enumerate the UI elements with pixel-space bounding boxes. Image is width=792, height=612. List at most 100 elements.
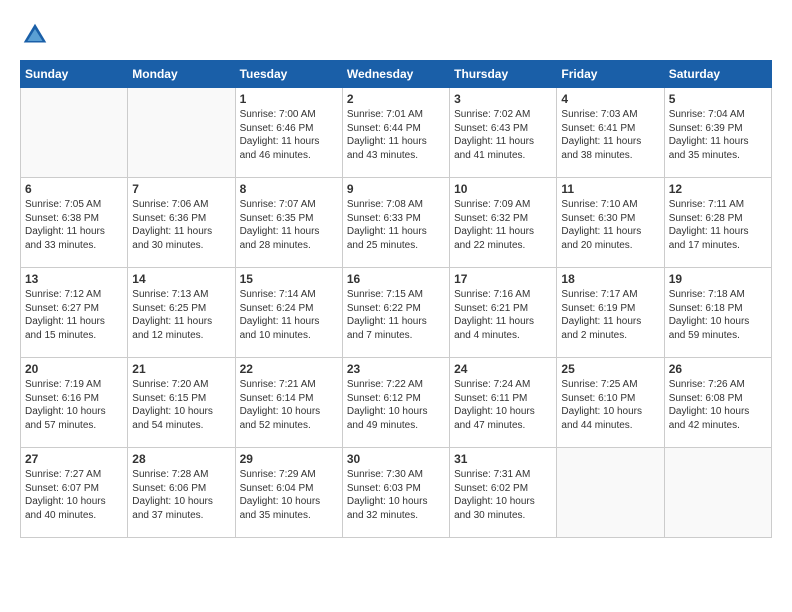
day-number: 8	[240, 182, 338, 196]
weekday-header: Wednesday	[342, 61, 449, 88]
calendar-cell: 30 Sunrise: 7:30 AM Sunset: 6:03 PM Dayli…	[342, 448, 449, 538]
day-number: 22	[240, 362, 338, 376]
day-number: 30	[347, 452, 445, 466]
calendar-week-row: 6 Sunrise: 7:05 AM Sunset: 6:38 PM Daylig…	[21, 178, 772, 268]
day-info: Sunrise: 7:22 AM Sunset: 6:12 PM Dayligh…	[347, 378, 445, 432]
day-info: Sunrise: 7:05 AM Sunset: 6:38 PM Dayligh…	[25, 198, 123, 252]
day-info: Sunrise: 7:18 AM Sunset: 6:18 PM Dayligh…	[669, 288, 767, 342]
logo-icon	[20, 20, 50, 50]
calendar-cell: 13 Sunrise: 7:12 AM Sunset: 6:27 PM Dayli…	[21, 268, 128, 358]
day-number: 23	[347, 362, 445, 376]
day-number: 25	[561, 362, 659, 376]
day-number: 19	[669, 272, 767, 286]
day-info: Sunrise: 7:27 AM Sunset: 6:07 PM Dayligh…	[25, 468, 123, 522]
day-info: Sunrise: 7:04 AM Sunset: 6:39 PM Dayligh…	[669, 108, 767, 162]
day-number: 13	[25, 272, 123, 286]
day-info: Sunrise: 7:09 AM Sunset: 6:32 PM Dayligh…	[454, 198, 552, 252]
calendar-cell: 1 Sunrise: 7:00 AM Sunset: 6:46 PM Daylig…	[235, 88, 342, 178]
day-number: 9	[347, 182, 445, 196]
calendar-cell: 11 Sunrise: 7:10 AM Sunset: 6:30 PM Dayli…	[557, 178, 664, 268]
day-info: Sunrise: 7:17 AM Sunset: 6:19 PM Dayligh…	[561, 288, 659, 342]
day-number: 6	[25, 182, 123, 196]
day-number: 2	[347, 92, 445, 106]
calendar-cell: 25 Sunrise: 7:25 AM Sunset: 6:10 PM Dayli…	[557, 358, 664, 448]
day-number: 1	[240, 92, 338, 106]
day-info: Sunrise: 7:19 AM Sunset: 6:16 PM Dayligh…	[25, 378, 123, 432]
calendar-cell: 4 Sunrise: 7:03 AM Sunset: 6:41 PM Daylig…	[557, 88, 664, 178]
calendar-cell: 3 Sunrise: 7:02 AM Sunset: 6:43 PM Daylig…	[450, 88, 557, 178]
calendar-cell: 12 Sunrise: 7:11 AM Sunset: 6:28 PM Dayli…	[664, 178, 771, 268]
day-number: 17	[454, 272, 552, 286]
calendar-header-row: SundayMondayTuesdayWednesdayThursdayFrid…	[21, 61, 772, 88]
weekday-header: Saturday	[664, 61, 771, 88]
calendar-cell	[557, 448, 664, 538]
day-number: 12	[669, 182, 767, 196]
day-number: 10	[454, 182, 552, 196]
calendar-cell: 14Sunrise: 7:13 AM Sunset: 6:25 PM Dayli…	[128, 268, 235, 358]
logo	[20, 20, 54, 50]
day-number: 16	[347, 272, 445, 286]
calendar-cell: 23 Sunrise: 7:22 AM Sunset: 6:12 PM Dayli…	[342, 358, 449, 448]
day-info: Sunrise: 7:00 AM Sunset: 6:46 PM Dayligh…	[240, 108, 338, 162]
day-number: 24	[454, 362, 552, 376]
day-number: 15	[240, 272, 338, 286]
calendar-cell: 28Sunrise: 7:28 AM Sunset: 6:06 PM Dayli…	[128, 448, 235, 538]
day-info: Sunrise: 7:14 AM Sunset: 6:24 PM Dayligh…	[240, 288, 338, 342]
calendar-cell: 5 Sunrise: 7:04 AM Sunset: 6:39 PM Daylig…	[664, 88, 771, 178]
day-info: Sunrise: 7:03 AM Sunset: 6:41 PM Dayligh…	[561, 108, 659, 162]
day-info: Sunrise: 7:08 AM Sunset: 6:33 PM Dayligh…	[347, 198, 445, 252]
day-info: Sunrise: 7:25 AM Sunset: 6:10 PM Dayligh…	[561, 378, 659, 432]
calendar-table: SundayMondayTuesdayWednesdayThursdayFrid…	[20, 60, 772, 538]
calendar-cell: 24 Sunrise: 7:24 AM Sunset: 6:11 PM Dayli…	[450, 358, 557, 448]
day-info: Sunrise: 7:15 AM Sunset: 6:22 PM Dayligh…	[347, 288, 445, 342]
day-info: Sunrise: 7:01 AM Sunset: 6:44 PM Dayligh…	[347, 108, 445, 162]
calendar-cell: 17 Sunrise: 7:16 AM Sunset: 6:21 PM Dayli…	[450, 268, 557, 358]
day-info: Sunrise: 7:16 AM Sunset: 6:21 PM Dayligh…	[454, 288, 552, 342]
calendar-cell: 8Sunrise: 7:07 AM Sunset: 6:35 PM Daylig…	[235, 178, 342, 268]
page-header	[20, 20, 772, 50]
weekday-header: Monday	[128, 61, 235, 88]
calendar-cell: 15 Sunrise: 7:14 AM Sunset: 6:24 PM Dayli…	[235, 268, 342, 358]
day-info: Sunrise: 7:11 AM Sunset: 6:28 PM Dayligh…	[669, 198, 767, 252]
calendar-cell: 7 Sunrise: 7:06 AM Sunset: 6:36 PM Daylig…	[128, 178, 235, 268]
calendar-week-row: 13 Sunrise: 7:12 AM Sunset: 6:27 PM Dayli…	[21, 268, 772, 358]
calendar-cell: 29Sunrise: 7:29 AM Sunset: 6:04 PM Dayli…	[235, 448, 342, 538]
calendar-cell	[21, 88, 128, 178]
day-number: 3	[454, 92, 552, 106]
calendar-cell: 31Sunrise: 7:31 AM Sunset: 6:02 PM Dayli…	[450, 448, 557, 538]
calendar-week-row: 1 Sunrise: 7:00 AM Sunset: 6:46 PM Daylig…	[21, 88, 772, 178]
calendar-cell: 26 Sunrise: 7:26 AM Sunset: 6:08 PM Dayli…	[664, 358, 771, 448]
calendar-week-row: 27 Sunrise: 7:27 AM Sunset: 6:07 PM Dayli…	[21, 448, 772, 538]
day-info: Sunrise: 7:02 AM Sunset: 6:43 PM Dayligh…	[454, 108, 552, 162]
day-info: Sunrise: 7:24 AM Sunset: 6:11 PM Dayligh…	[454, 378, 552, 432]
day-info: Sunrise: 7:21 AM Sunset: 6:14 PM Dayligh…	[240, 378, 338, 432]
day-number: 18	[561, 272, 659, 286]
day-info: Sunrise: 7:31 AM Sunset: 6:02 PM Dayligh…	[454, 468, 552, 522]
day-number: 27	[25, 452, 123, 466]
day-info: Sunrise: 7:30 AM Sunset: 6:03 PM Dayligh…	[347, 468, 445, 522]
day-info: Sunrise: 7:26 AM Sunset: 6:08 PM Dayligh…	[669, 378, 767, 432]
day-info: Sunrise: 7:10 AM Sunset: 6:30 PM Dayligh…	[561, 198, 659, 252]
day-number: 5	[669, 92, 767, 106]
day-info: Sunrise: 7:12 AM Sunset: 6:27 PM Dayligh…	[25, 288, 123, 342]
weekday-header: Tuesday	[235, 61, 342, 88]
day-number: 7	[132, 182, 230, 196]
calendar-cell: 6 Sunrise: 7:05 AM Sunset: 6:38 PM Daylig…	[21, 178, 128, 268]
calendar-cell: 10 Sunrise: 7:09 AM Sunset: 6:32 PM Dayli…	[450, 178, 557, 268]
day-number: 4	[561, 92, 659, 106]
calendar-cell: 2 Sunrise: 7:01 AM Sunset: 6:44 PM Daylig…	[342, 88, 449, 178]
calendar-cell	[664, 448, 771, 538]
day-number: 29	[240, 452, 338, 466]
calendar-cell: 18 Sunrise: 7:17 AM Sunset: 6:19 PM Dayli…	[557, 268, 664, 358]
day-info: Sunrise: 7:28 AM Sunset: 6:06 PM Dayligh…	[132, 468, 230, 522]
calendar-cell: 19 Sunrise: 7:18 AM Sunset: 6:18 PM Dayli…	[664, 268, 771, 358]
day-number: 11	[561, 182, 659, 196]
day-number: 21	[132, 362, 230, 376]
weekday-header: Sunday	[21, 61, 128, 88]
calendar-cell: 9 Sunrise: 7:08 AM Sunset: 6:33 PM Daylig…	[342, 178, 449, 268]
calendar-cell: 16 Sunrise: 7:15 AM Sunset: 6:22 PM Dayli…	[342, 268, 449, 358]
day-number: 26	[669, 362, 767, 376]
calendar-week-row: 20Sunrise: 7:19 AM Sunset: 6:16 PM Dayli…	[21, 358, 772, 448]
day-info: Sunrise: 7:20 AM Sunset: 6:15 PM Dayligh…	[132, 378, 230, 432]
day-info: Sunrise: 7:06 AM Sunset: 6:36 PM Dayligh…	[132, 198, 230, 252]
